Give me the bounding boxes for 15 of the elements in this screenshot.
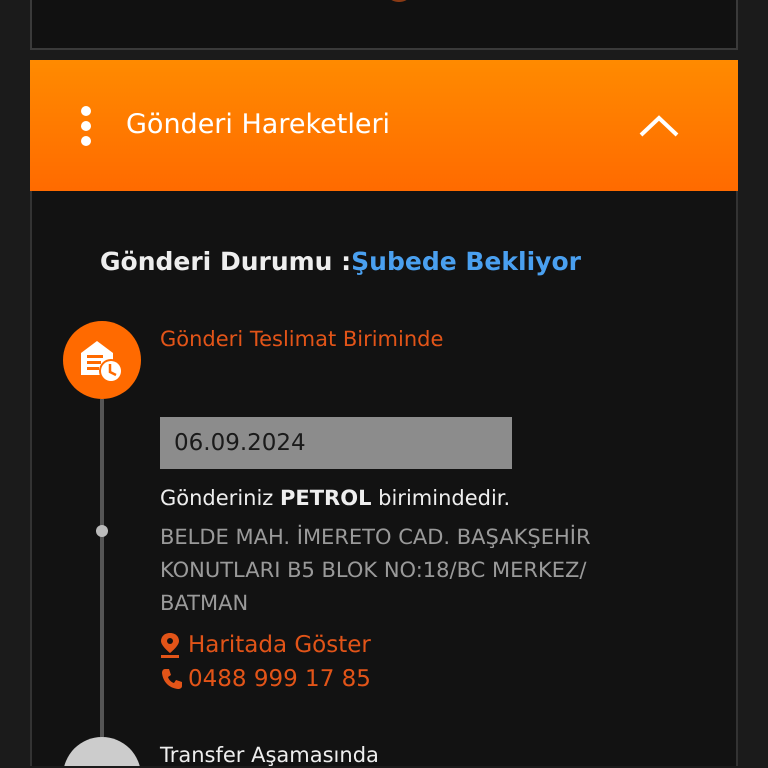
section-title: Gönderi Hareketleri [126, 108, 392, 142]
event-title: Gönderi Teslimat Biriminde [160, 326, 444, 352]
chevron-up-icon[interactable] [638, 114, 680, 138]
section-header[interactable]: Gönderi Hareketleri [30, 60, 738, 191]
date-label: 06.09.2024 [160, 417, 512, 469]
phone-link[interactable]: 0488 999 17 85 [160, 662, 736, 696]
phone-icon [160, 667, 184, 692]
map-link[interactable]: Haritada Göster [160, 628, 736, 662]
event-message: Gönderiniz PETROL birimindedir. [160, 485, 512, 512]
menu-icon[interactable] [80, 104, 92, 146]
timeline-dot [96, 524, 108, 536]
branch-address: BELDE MAH. İMERETO CAD. BAŞAKŞEHİR KONUTLARI B5 BLOK NO:18/BC MERKEZ/ BATMAN [160, 524, 592, 616]
shipment-status: Gönderi Durumu :Şubede Bekliyor [100, 246, 582, 278]
event-title: Transfer Aşamasında [160, 742, 380, 766]
location-pin-icon [160, 632, 180, 658]
